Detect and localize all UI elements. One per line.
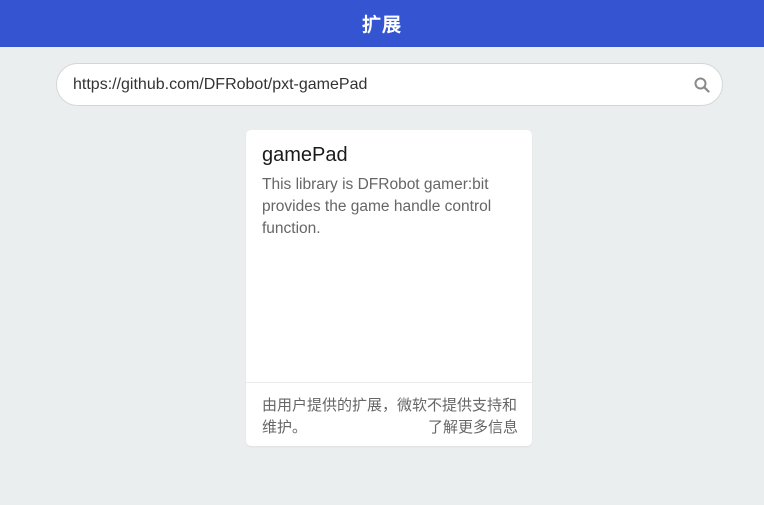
search-icon[interactable] bbox=[682, 64, 722, 105]
card-divider bbox=[246, 382, 532, 383]
card-footer: 由用户提供的扩展，微软不提供支持和维护。 了解更多信息 bbox=[262, 394, 518, 438]
search-box[interactable] bbox=[56, 63, 723, 106]
extension-card-gamepad[interactable]: gamePad This library is DFRobot gamer:bi… bbox=[246, 130, 532, 446]
search-input[interactable] bbox=[57, 64, 682, 105]
page-title: 扩展 bbox=[361, 14, 402, 36]
learn-more-link[interactable]: 了解更多信息 bbox=[428, 416, 518, 438]
card-title: gamePad bbox=[262, 144, 348, 166]
card-description: This library is DFRobot gamer:bit provid… bbox=[262, 176, 492, 237]
header-bar: 扩展 bbox=[0, 0, 764, 47]
card-body: gamePad This library is DFRobot gamer:bi… bbox=[262, 142, 518, 382]
